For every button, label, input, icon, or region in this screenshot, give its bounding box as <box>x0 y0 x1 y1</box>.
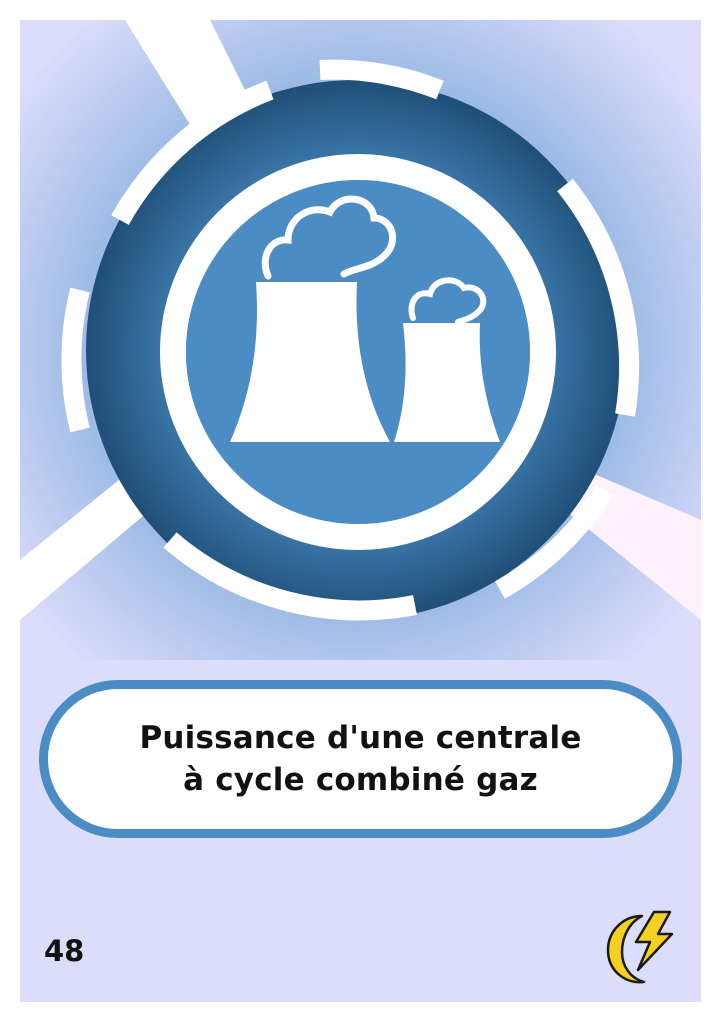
lightning-moon-icon <box>606 910 674 984</box>
card-title-line-1: Puissance d'une centrale <box>139 720 582 756</box>
card-number: 48 <box>44 934 85 968</box>
gas-power-plant-icon <box>20 20 701 660</box>
card-title-box: Puissance d'une centrale à cycle combiné… <box>39 680 682 838</box>
card: Puissance d'une centrale à cycle combiné… <box>20 20 701 1002</box>
card-title-line-2: à cycle combiné gaz <box>183 762 538 798</box>
